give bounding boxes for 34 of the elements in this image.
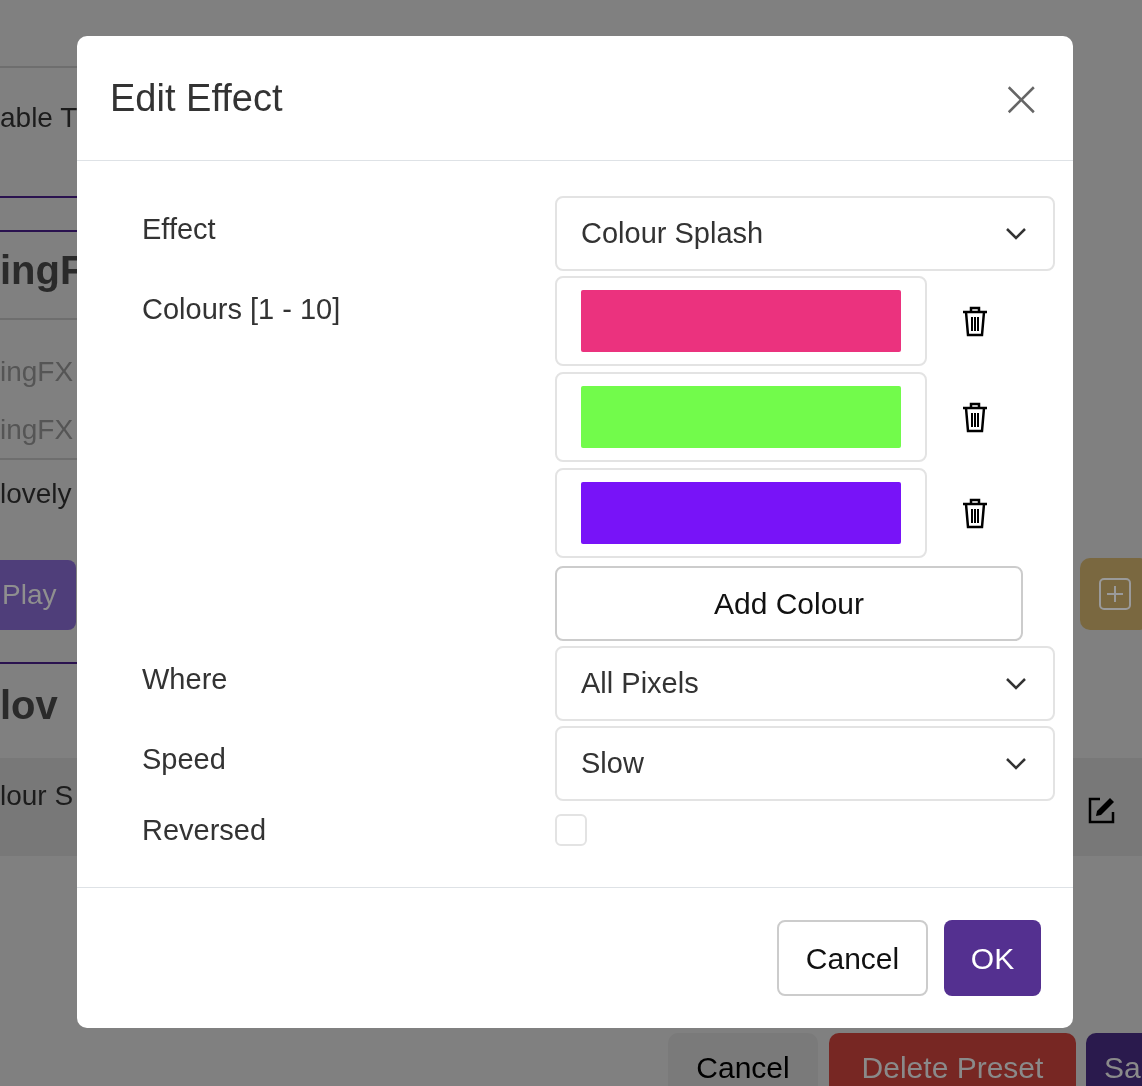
ok-button[interactable]: OK (944, 920, 1041, 996)
reversed-checkbox[interactable] (555, 814, 587, 846)
cancel-button[interactable]: Cancel (777, 920, 928, 996)
select-field[interactable]: Colour Splash (555, 196, 1055, 271)
colour-swatch[interactable] (581, 290, 901, 352)
field-label: Colours [1 - 10] (142, 292, 342, 327)
select-field[interactable]: All Pixels (555, 646, 1055, 721)
colour-field[interactable] (555, 468, 927, 558)
plus-icon (1099, 578, 1131, 610)
colour-swatch[interactable] (581, 386, 901, 448)
colour-swatch[interactable] (581, 482, 901, 544)
field-label: Speed (142, 742, 227, 777)
chevron-down-icon (1005, 676, 1027, 691)
close-button[interactable]: × (999, 72, 1043, 124)
list-text: able T (0, 104, 78, 132)
dialog-title: Edit Effect (110, 75, 283, 121)
section-heading: ingF (0, 250, 85, 290)
trash-icon[interactable] (961, 401, 989, 433)
page-button[interactable]: Cancel (668, 1033, 818, 1086)
field-label: Reversed (142, 813, 268, 848)
trash-icon[interactable] (961, 305, 989, 337)
field-label: Effect (142, 212, 217, 247)
chevron-down-icon (1005, 226, 1027, 241)
list-text: lour S (0, 782, 74, 810)
add-colour-button[interactable]: Add Colour (555, 566, 1023, 641)
trash-icon[interactable] (961, 497, 989, 529)
page-button[interactable]: Sa (1086, 1033, 1142, 1086)
colour-field[interactable] (555, 372, 927, 462)
field-label: Where (142, 662, 229, 697)
chevron-down-icon (1005, 756, 1027, 771)
list-text: lovely (0, 480, 72, 508)
section-heading: lov (0, 685, 58, 725)
select-field[interactable]: Slow (555, 726, 1055, 801)
colour-field[interactable] (555, 276, 927, 366)
